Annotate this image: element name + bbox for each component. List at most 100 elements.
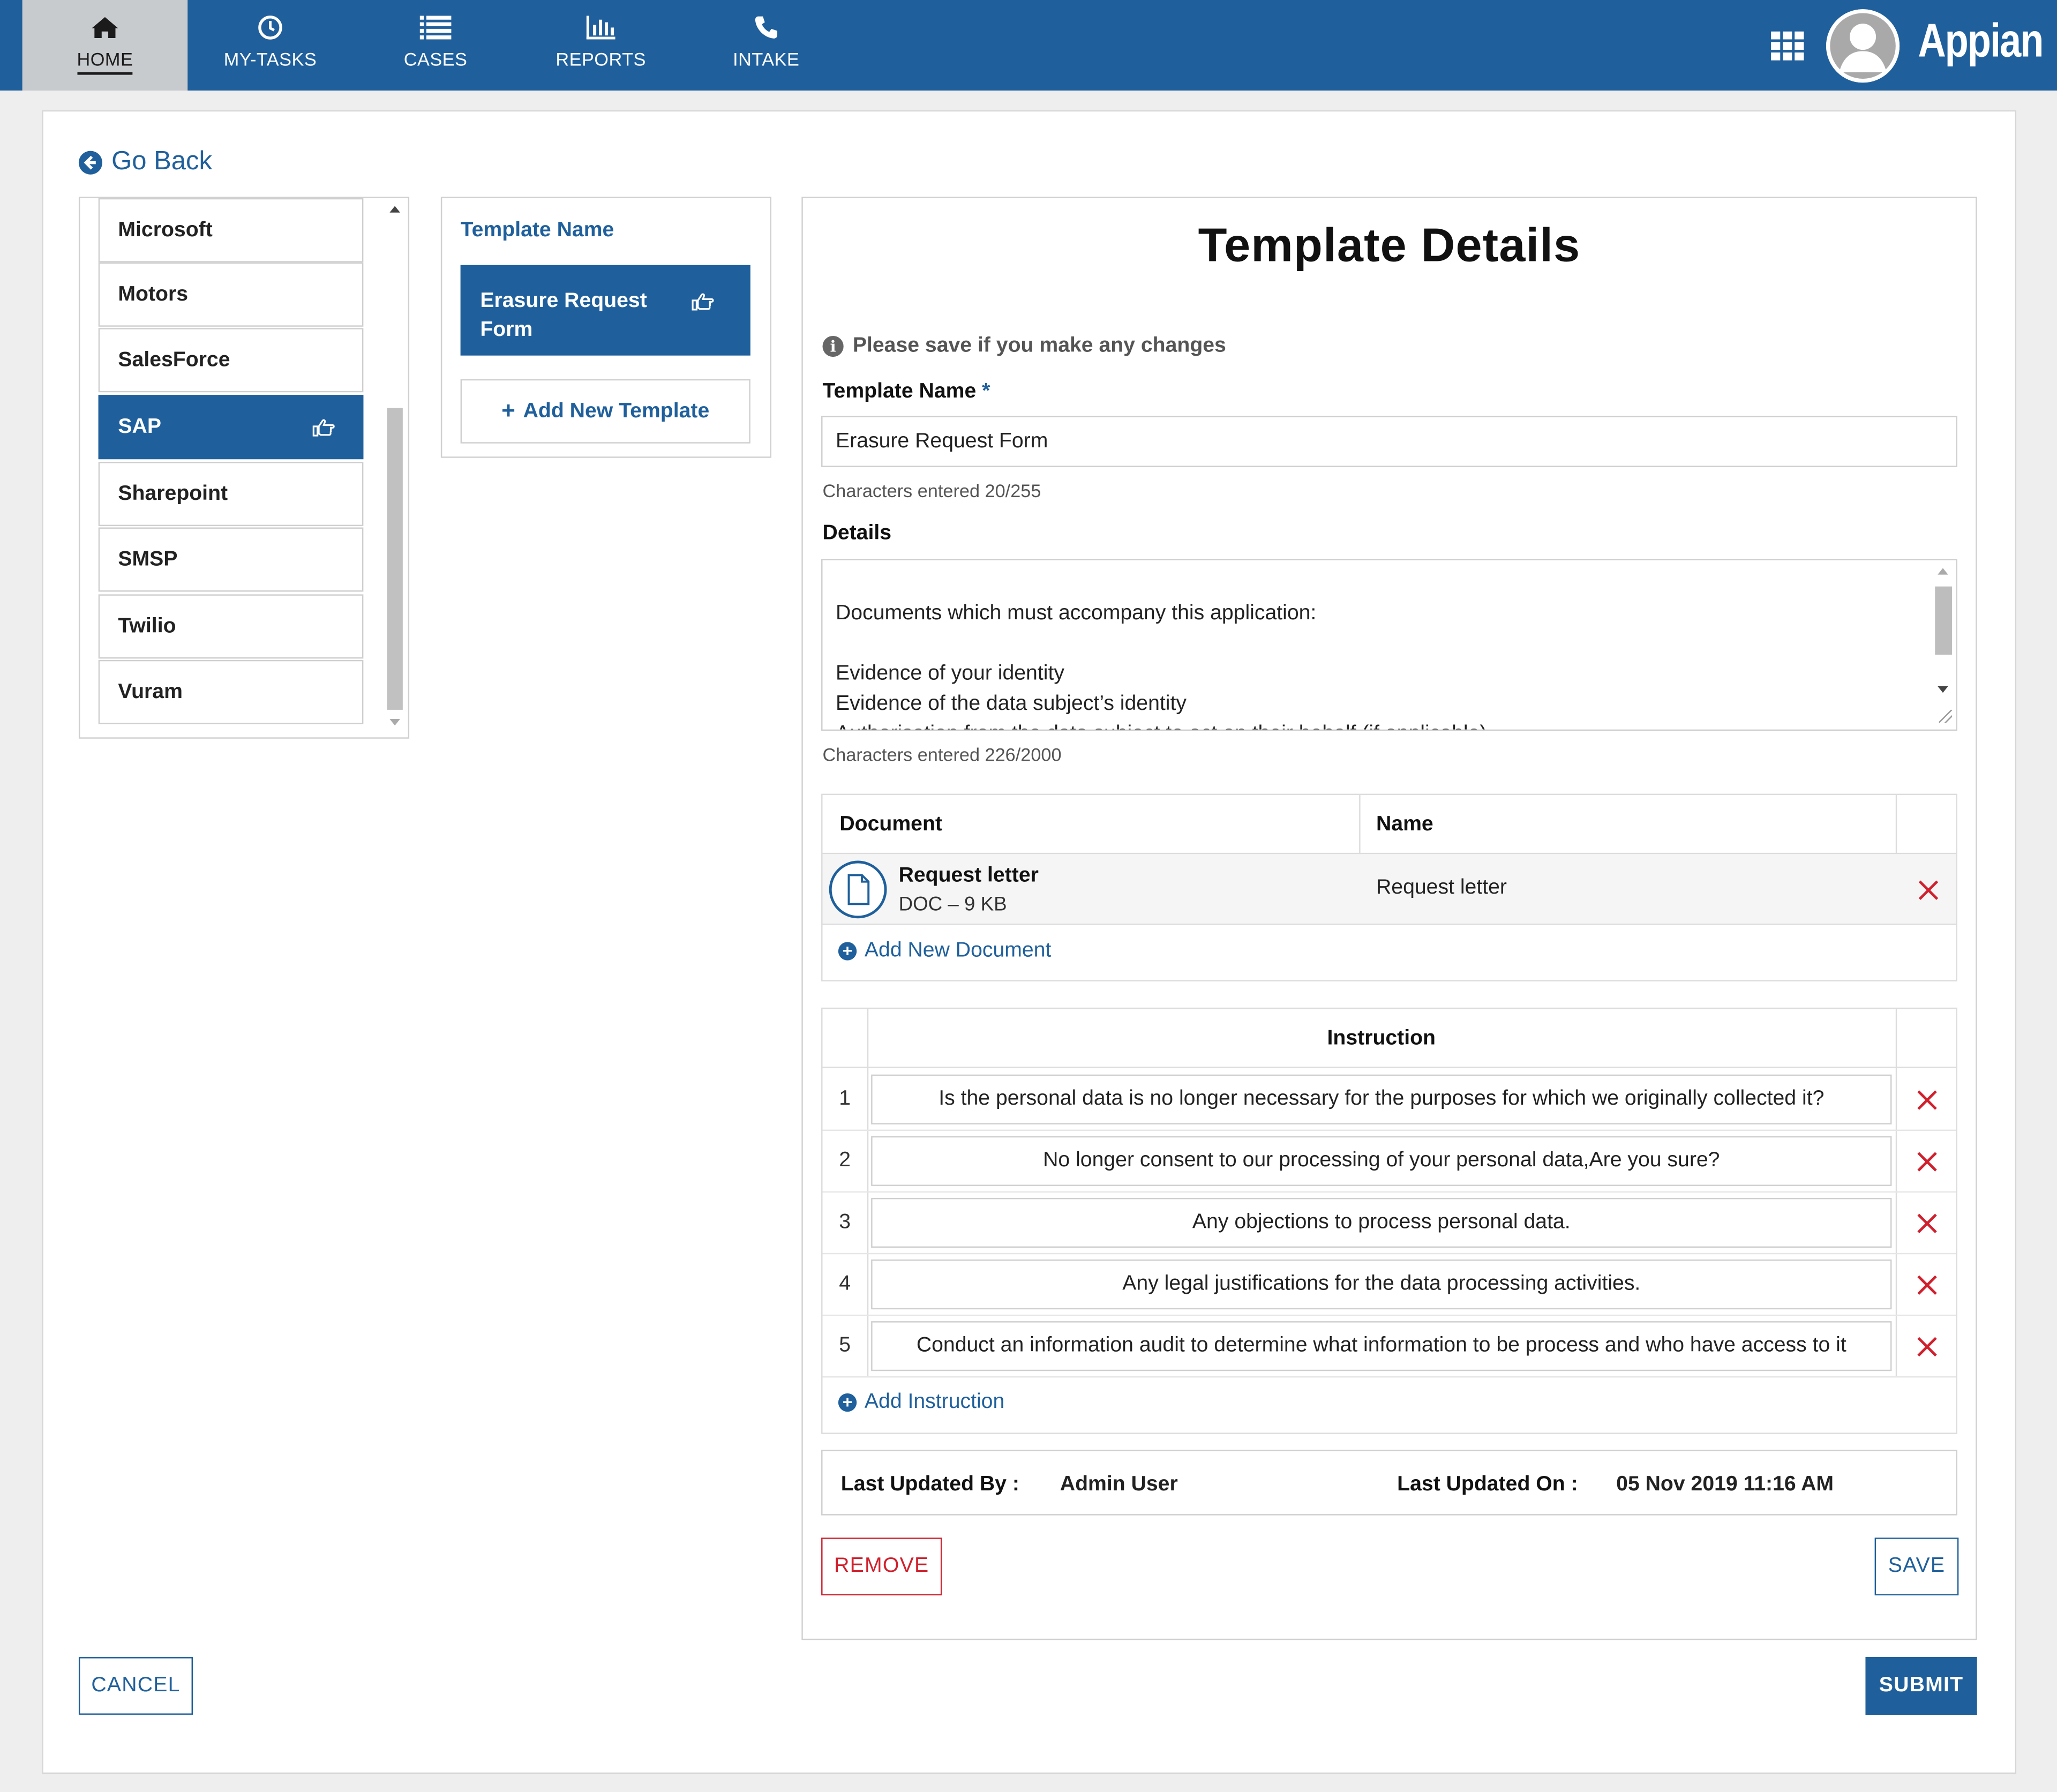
- last-updated-box: Last Updated By : Admin User Last Update…: [821, 1450, 1957, 1516]
- document-file-name[interactable]: Request letter: [899, 865, 1039, 888]
- top-nav-bar: HOME MY-TASKS CASES REPORTS INTAKE Appia…: [0, 0, 2057, 91]
- details-label: Details: [822, 522, 892, 545]
- add-new-template-label: Add New Template: [523, 399, 710, 422]
- instruction-number: 3: [839, 1211, 851, 1234]
- instruction-input[interactable]: Is the personal data is no longer necess…: [871, 1074, 1892, 1124]
- nav-reports[interactable]: REPORTS: [518, 0, 684, 91]
- app-grid-icon[interactable]: [1771, 31, 1805, 61]
- instruction-number: 1: [839, 1088, 851, 1110]
- nav-home[interactable]: HOME: [22, 0, 188, 91]
- nav-my-tasks-label: MY-TASKS: [223, 48, 317, 70]
- document-file-meta: DOC – 9 KB: [898, 893, 1007, 916]
- arrow-left-circle-icon: [78, 150, 103, 174]
- template-name-header: Template Name: [460, 219, 614, 242]
- plus-icon: +: [501, 398, 515, 424]
- instruction-number: 5: [839, 1334, 851, 1357]
- appian-logo: Appian: [1918, 13, 2044, 67]
- company-list-scrollbar[interactable]: [383, 198, 408, 736]
- resize-grip-icon[interactable]: [1939, 709, 1953, 723]
- scroll-up-arrow-icon[interactable]: [1938, 568, 1948, 575]
- details-textarea[interactable]: Documents which must accompany this appl…: [821, 559, 1957, 731]
- template-name-counter: Characters entered 20/255: [822, 480, 1041, 501]
- last-updated-on-value: 05 Nov 2019 11:16 AM: [1616, 1473, 1834, 1496]
- instruction-grid-header: Instruction: [822, 1009, 1956, 1068]
- nav-reports-label: REPORTS: [555, 48, 646, 70]
- last-updated-by-label: Last Updated By :: [840, 1473, 1019, 1496]
- nav-cases[interactable]: CASES: [353, 0, 519, 91]
- company-label: SalesForce: [118, 348, 230, 371]
- list-icon: [419, 12, 452, 43]
- delete-instruction-icon[interactable]: [1917, 1212, 1938, 1233]
- company-item-microsoft[interactable]: Microsoft: [98, 198, 364, 263]
- details-scrollbar[interactable]: [1931, 560, 1956, 730]
- table-row: Request letter DOC – 9 KB Request letter: [822, 854, 1956, 925]
- go-back-link[interactable]: Go Back: [78, 147, 212, 177]
- hand-pointer-icon: [312, 418, 336, 444]
- instruction-number: 2: [839, 1149, 851, 1172]
- add-instruction-label: Add Instruction: [864, 1390, 1005, 1413]
- instruction-row: 1 Is the personal data is no longer nece…: [822, 1069, 1956, 1131]
- instruction-input[interactable]: Conduct an information audit to determin…: [871, 1321, 1892, 1371]
- required-mark: *: [982, 380, 990, 403]
- nav-my-tasks[interactable]: MY-TASKS: [187, 0, 353, 91]
- details-line: Evidence of your identity: [836, 662, 1064, 685]
- scroll-down-arrow-icon[interactable]: [1938, 686, 1948, 693]
- company-item-smsp[interactable]: SMSP: [98, 527, 364, 592]
- company-item-sharepoint[interactable]: Sharepoint: [98, 462, 364, 527]
- company-item-vuram[interactable]: Vuram: [98, 659, 364, 724]
- company-item-motors[interactable]: Motors: [98, 262, 364, 327]
- add-instruction-link[interactable]: + Add Instruction: [838, 1391, 1004, 1414]
- last-updated-by-value: Admin User: [1060, 1473, 1178, 1496]
- delete-document-icon[interactable]: [1918, 879, 1939, 900]
- column-header-name: Name: [1376, 813, 1433, 836]
- add-new-template-button[interactable]: + Add New Template: [460, 379, 750, 444]
- company-label: Twilio: [118, 614, 176, 637]
- company-label: Motors: [118, 282, 189, 305]
- company-item-salesforce[interactable]: SalesForce: [98, 328, 364, 393]
- document-name: Request letter: [1376, 876, 1507, 899]
- instruction-row: 3 Any objections to process personal dat…: [822, 1193, 1956, 1255]
- instruction-grid: Instruction 1 Is the personal data is no…: [821, 1007, 1957, 1434]
- delete-instruction-icon[interactable]: [1917, 1151, 1938, 1172]
- delete-instruction-icon[interactable]: [1917, 1089, 1938, 1110]
- template-name-label-text: Template Name: [822, 380, 977, 403]
- details-line: Authorisation from the data subject to a…: [836, 719, 1930, 729]
- scroll-up-arrow-icon[interactable]: [389, 206, 400, 213]
- cancel-button[interactable]: CANCEL: [78, 1657, 193, 1715]
- add-new-document-link[interactable]: + Add New Document: [838, 939, 1051, 963]
- user-avatar[interactable]: [1826, 9, 1900, 83]
- company-label: Vuram: [118, 680, 183, 703]
- instruction-input[interactable]: Any objections to process personal data.: [871, 1197, 1892, 1248]
- instruction-input[interactable]: Any legal justifications for the data pr…: [871, 1259, 1892, 1310]
- instruction-row: 2 No longer consent to our processing of…: [822, 1131, 1956, 1193]
- details-line: Documents which must accompany this appl…: [836, 602, 1317, 625]
- column-header-document: Document: [839, 813, 942, 836]
- scroll-down-arrow-icon[interactable]: [389, 719, 400, 726]
- template-item-erasure-request-form[interactable]: Erasure Request Form: [460, 265, 750, 356]
- plus-circle-icon: +: [838, 1393, 857, 1412]
- clock-icon: [257, 12, 283, 43]
- instruction-row: 5 Conduct an information audit to determ…: [822, 1316, 1956, 1378]
- phone-icon: [753, 12, 779, 43]
- save-notice: i Please save if you make any changes: [822, 334, 1226, 358]
- hand-pointer-icon: [692, 291, 715, 320]
- scroll-thumb[interactable]: [1935, 586, 1953, 655]
- delete-instruction-icon[interactable]: [1917, 1336, 1938, 1356]
- company-item-twilio[interactable]: Twilio: [98, 594, 364, 659]
- template-item-label: Erasure Request Form: [480, 290, 647, 341]
- remove-button[interactable]: REMOVE: [821, 1538, 942, 1595]
- delete-instruction-icon[interactable]: [1917, 1274, 1938, 1295]
- nav-cases-label: CASES: [403, 48, 468, 70]
- scroll-thumb[interactable]: [387, 408, 403, 710]
- nav-intake[interactable]: INTAKE: [684, 0, 849, 91]
- bar-chart-icon: [586, 12, 615, 43]
- submit-button[interactable]: SUBMIT: [1865, 1657, 1977, 1715]
- company-item-sap[interactable]: SAP: [98, 395, 364, 460]
- template-name-input[interactable]: Erasure Request Form: [821, 416, 1957, 467]
- save-button[interactable]: SAVE: [1874, 1538, 1959, 1595]
- last-updated-on-label: Last Updated On :: [1397, 1473, 1578, 1496]
- file-icon[interactable]: [829, 860, 887, 919]
- app-root: HOME MY-TASKS CASES REPORTS INTAKE Appia…: [0, 0, 2057, 1792]
- template-name-label: Template Name *: [823, 380, 990, 404]
- instruction-input[interactable]: No longer consent to our processing of y…: [871, 1136, 1892, 1186]
